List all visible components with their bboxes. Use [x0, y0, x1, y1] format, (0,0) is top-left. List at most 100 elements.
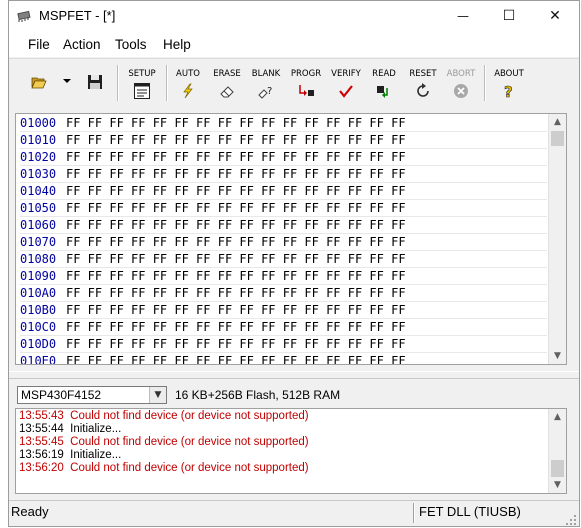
memory-row[interactable]: 01050 FF FF FF FF FF FF FF FF FF FF FF FF…	[20, 200, 547, 217]
memory-address: 01030	[20, 167, 57, 181]
setup-button[interactable]: SETUP	[125, 59, 159, 105]
floppy-disk-icon	[88, 75, 102, 89]
memory-address: 01000	[20, 116, 57, 130]
device-selected-value: MSP430F4152	[21, 388, 102, 402]
verify-label: VERIFY	[331, 69, 361, 79]
read-button[interactable]: READ	[368, 59, 400, 105]
erase-label: ERASE	[213, 69, 241, 79]
menu-file[interactable]: File	[28, 37, 50, 52]
scroll-up-icon[interactable]: ▲	[549, 114, 566, 130]
abort-label: ABORT	[446, 69, 476, 79]
memory-row[interactable]: 010D0 FF FF FF FF FF FF FF FF FF FF FF FF…	[20, 336, 547, 353]
close-icon: ✕	[549, 8, 561, 24]
maximize-icon: ☐	[502, 8, 516, 24]
scroll-down-icon[interactable]: ▼	[549, 348, 566, 364]
open-button[interactable]	[27, 59, 51, 105]
memory-address: 010D0	[20, 337, 57, 351]
memory-row[interactable]: 01020 FF FF FF FF FF FF FF FF FF FF FF FF…	[20, 149, 547, 166]
memory-address: 01040	[20, 184, 57, 198]
memory-address: 01050	[20, 201, 57, 215]
abort-icon	[454, 84, 468, 98]
about-label: ABOUT	[494, 69, 524, 79]
desktop-edge	[0, 0, 8, 528]
menu-help[interactable]: Help	[163, 37, 191, 52]
memory-row[interactable]: 010A0 FF FF FF FF FF FF FF FF FF FF FF FF…	[20, 285, 547, 302]
resize-grip-icon[interactable]	[565, 514, 577, 526]
erase-button[interactable]: ERASE	[210, 59, 244, 105]
memory-row[interactable]: 01070 FF FF FF FF FF FF FF FF FF FF FF FF…	[20, 234, 547, 251]
eraser-icon	[220, 86, 234, 98]
minimize-icon: —	[457, 9, 469, 23]
status-divider	[413, 503, 415, 523]
memory-bytes: FF FF FF FF FF FF FF FF FF FF FF FF FF F…	[66, 354, 406, 365]
memory-bytes: FF FF FF FF FF FF FF FF FF FF FF FF FF F…	[66, 184, 406, 198]
panel-splitter[interactable]	[9, 371, 579, 379]
toolbar-separator	[117, 65, 119, 101]
memory-view[interactable]: 01000 FF FF FF FF FF FF FF FF FF FF FF FF…	[15, 113, 567, 365]
toolbar-separator	[484, 65, 486, 101]
toolbar: SETUP AUTO ERASE BLANK ? PROGR VERIFY RE…	[9, 58, 579, 106]
maximize-button[interactable]: ☐	[486, 1, 532, 31]
scroll-up-icon[interactable]: ▲	[549, 409, 566, 425]
memory-row[interactable]: 01000 FF FF FF FF FF FF FF FF FF FF FF FF…	[20, 115, 547, 132]
close-button[interactable]: ✕	[532, 1, 578, 31]
device-info: 16 KB+256B Flash, 512B RAM	[175, 388, 341, 402]
log-line: 13:55:43 Could not find device (or devic…	[19, 410, 309, 422]
log-panel[interactable]: 13:55:43 Could not find device (or devic…	[15, 408, 567, 494]
blank-check-icon: ?	[258, 86, 272, 99]
window-title: MSPFET - [*]	[39, 8, 116, 23]
memory-bytes: FF FF FF FF FF FF FF FF FF FF FF FF FF F…	[66, 150, 406, 164]
memory-address: 01090	[20, 269, 57, 283]
minimize-button[interactable]: —	[440, 1, 486, 31]
blank-check-button[interactable]: BLANK ?	[249, 59, 283, 105]
scroll-down-icon[interactable]: ▼	[549, 477, 566, 493]
memory-row[interactable]: 01090 FF FF FF FF FF FF FF FF FF FF FF FF…	[20, 268, 547, 285]
menu-action[interactable]: Action	[63, 37, 101, 52]
blank-label: BLANK	[251, 69, 281, 79]
abort-button[interactable]: ABORT	[444, 59, 478, 105]
memory-address: 01020	[20, 150, 57, 164]
memory-row[interactable]: 01060 FF FF FF FF FF FF FF FF FF FF FF FF…	[20, 217, 547, 234]
status-text: Ready	[11, 504, 49, 519]
memory-address: 010C0	[20, 320, 57, 334]
program-button[interactable]: PROGR	[288, 59, 324, 105]
memory-row[interactable]: 01040 FF FF FF FF FF FF FF FF FF FF FF FF…	[20, 183, 547, 200]
memory-row[interactable]: 01030 FF FF FF FF FF FF FF FF FF FF FF FF…	[20, 166, 547, 183]
memory-address: 01070	[20, 235, 57, 249]
log-scrollbar[interactable]: ▲ ▼	[548, 409, 566, 493]
memory-row[interactable]: 010E0 FF FF FF FF FF FF FF FF FF FF FF FF…	[20, 353, 547, 365]
memory-row[interactable]: 01010 FF FF FF FF FF FF FF FF FF FF FF FF…	[20, 132, 547, 149]
reset-button[interactable]: RESET	[406, 59, 440, 105]
status-dll: FET DLL (TIUSB)	[419, 504, 521, 519]
help-icon: ?	[504, 83, 513, 99]
chevron-down-icon[interactable]: ▼	[149, 387, 166, 403]
memory-bytes: FF FF FF FF FF FF FF FF FF FF FF FF FF F…	[66, 269, 406, 283]
memory-address: 010B0	[20, 303, 57, 317]
memory-bytes: FF FF FF FF FF FF FF FF FF FF FF FF FF F…	[66, 167, 406, 181]
memory-address: 01060	[20, 218, 57, 232]
status-bar: Ready FET DLL (TIUSB)	[9, 500, 579, 526]
open-dropdown-button[interactable]	[61, 59, 73, 105]
folder-open-icon	[31, 77, 47, 89]
about-button[interactable]: ABOUT ?	[492, 59, 526, 105]
scroll-thumb[interactable]	[551, 131, 564, 146]
title-bar[interactable]: MSPFET - [*] — ☐ ✕	[9, 1, 579, 31]
auto-button[interactable]: AUTO	[173, 59, 203, 105]
memory-row[interactable]: 010C0 FF FF FF FF FF FF FF FF FF FF FF FF…	[20, 319, 547, 336]
save-button[interactable]	[85, 59, 105, 105]
memory-row[interactable]: 01080 FF FF FF FF FF FF FF FF FF FF FF FF…	[20, 251, 547, 268]
memory-row[interactable]: 010B0 FF FF FF FF FF FF FF FF FF FF FF FF…	[20, 302, 547, 319]
memory-address: 01010	[20, 133, 57, 147]
memory-bytes: FF FF FF FF FF FF FF FF FF FF FF FF FF F…	[66, 201, 406, 215]
log-line: 13:56:19 Initialize...	[19, 449, 122, 461]
program-arrow-icon	[299, 85, 314, 96]
memory-scrollbar[interactable]: ▲ ▼	[548, 114, 566, 364]
toolbar-separator	[166, 65, 168, 101]
device-select[interactable]: MSP430F4152 ▼	[17, 386, 167, 404]
memory-bytes: FF FF FF FF FF FF FF FF FF FF FF FF FF F…	[66, 116, 406, 130]
setup-icon	[134, 83, 150, 99]
menu-tools[interactable]: Tools	[115, 37, 147, 52]
scroll-thumb[interactable]	[551, 460, 564, 477]
verify-button[interactable]: VERIFY	[328, 59, 364, 105]
chevron-down-icon	[63, 79, 71, 83]
